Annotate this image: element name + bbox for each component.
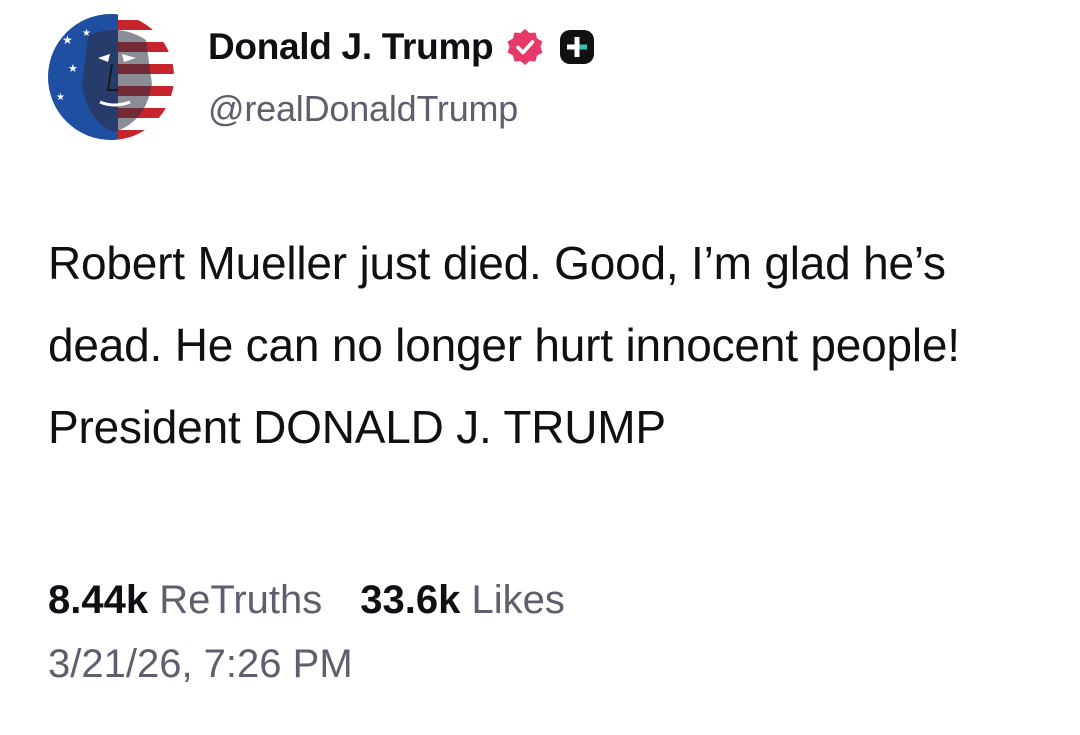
svg-text:★: ★ <box>56 92 65 103</box>
post-card: ★ ★ ★ ★ Donald J. Trump @realDonaldTrump… <box>0 0 1080 735</box>
post-stats: 8.44k ReTruths 33.6k Likes <box>48 578 565 623</box>
avatar[interactable]: ★ ★ ★ ★ <box>48 14 174 140</box>
author-name[interactable]: Donald J. Trump <box>208 26 494 68</box>
author-handle[interactable]: @realDonaldTrump <box>208 88 518 130</box>
post-text: Robert Mueller just died. Good, I’m glad… <box>48 237 960 453</box>
author-line: Donald J. Trump <box>208 22 597 72</box>
retruths-stat[interactable]: 8.44k ReTruths <box>48 578 322 623</box>
avatar-image: ★ ★ ★ ★ <box>48 14 174 140</box>
likes-stat[interactable]: 33.6k Likes <box>360 578 565 623</box>
retruths-count: 8.44k <box>48 578 149 622</box>
verified-badge-icon <box>505 27 545 67</box>
svg-text:★: ★ <box>68 63 78 75</box>
post-timestamp: 3/21/26, 7:26 PM <box>48 642 353 686</box>
svg-text:★: ★ <box>62 33 73 47</box>
likes-count: 33.6k <box>360 578 461 622</box>
retruths-label: ReTruths <box>159 578 323 622</box>
likes-label: Likes <box>471 578 565 622</box>
plus-badge-icon <box>557 27 597 67</box>
